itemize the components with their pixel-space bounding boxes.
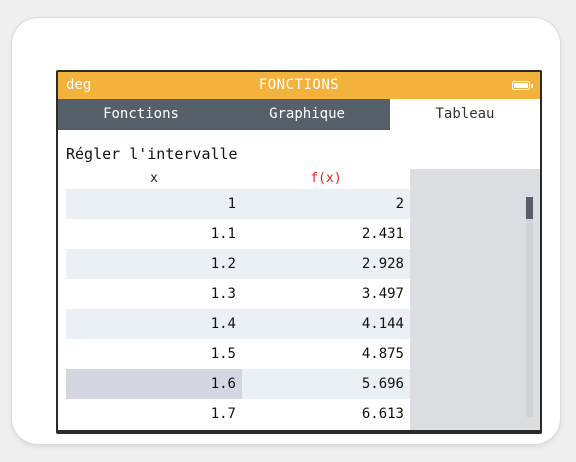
f-value-cell[interactable]: 5.696 — [242, 369, 410, 399]
x-value-cell[interactable]: 1.4 — [66, 309, 242, 339]
tab-tableau[interactable]: Tableau — [390, 99, 540, 130]
tab-bar: Fonctions Graphique Tableau — [58, 99, 540, 130]
battery-icon — [512, 81, 533, 90]
empty-column-panel — [410, 169, 540, 430]
set-interval-button[interactable]: Régler l'intervalle — [66, 145, 238, 163]
scrollbar[interactable] — [526, 197, 533, 417]
table-row: 1.5 4.875 — [66, 339, 410, 369]
f-value-cell[interactable]: 4.875 — [242, 339, 410, 369]
table-row: 1.3 3.497 — [66, 279, 410, 309]
tab-graphique[interactable]: Graphique — [224, 99, 390, 130]
f-value-cell[interactable]: 2.928 — [242, 249, 410, 279]
table-row: 1.7 6.613 — [66, 399, 410, 429]
x-value-cell[interactable]: 1.1 — [66, 219, 242, 249]
column-header-f[interactable]: f(x) — [242, 169, 410, 189]
f-value-cell[interactable]: 3.497 — [242, 279, 410, 309]
table-row: 12 — [66, 189, 410, 219]
table-row: 1.4 4.144 — [66, 309, 410, 339]
tab-fonctions[interactable]: Fonctions — [58, 99, 224, 130]
x-value-cell[interactable]: 1.5 — [66, 339, 242, 369]
f-value-cell[interactable]: 2 — [242, 189, 410, 219]
scrollbar-thumb[interactable] — [526, 197, 533, 219]
x-value-cell[interactable]: 1 — [66, 189, 242, 219]
table-row: 1.6 5.696 — [66, 369, 410, 399]
f-value-cell[interactable]: 4.144 — [242, 309, 410, 339]
calculator-device: deg FONCTIONS Fonctions Graphique Tablea… — [12, 18, 560, 444]
lcd-display: deg FONCTIONS Fonctions Graphique Tablea… — [58, 72, 540, 430]
f-value-cell[interactable]: 2.431 — [242, 219, 410, 249]
app-title: FONCTIONS — [258, 77, 340, 93]
table-row: 1.2 2.928 — [66, 249, 410, 279]
x-value-cell[interactable]: 1.7 — [66, 399, 242, 429]
x-value-cell[interactable]: 1.2 — [66, 249, 242, 279]
table-row: 1.1 2.431 — [66, 219, 410, 249]
f-value-cell[interactable]: 6.613 — [242, 399, 410, 429]
x-value-cell[interactable]: 1.3 — [66, 279, 242, 309]
values-table: x f(x) 1 2 1.1 2.431 1.2 2.928 1.3 3.497 1.4 4.14… — [66, 169, 410, 430]
x-value-cell[interactable]: 1.6 — [66, 369, 242, 399]
calculator-screen: deg FONCTIONS Fonctions Graphique Tablea… — [56, 70, 542, 434]
status-bar: deg FONCTIONS — [58, 72, 540, 99]
column-header-x: x — [150, 171, 158, 186]
table-rows: 1 2 1.1 2.431 1.2 2.928 1.3 3.497 1.4 4.144 1.5 4.8… — [66, 189, 410, 429]
